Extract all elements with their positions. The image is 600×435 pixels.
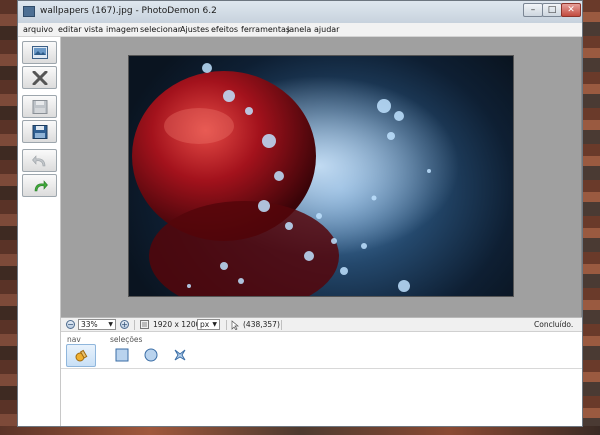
unit-value: px xyxy=(200,320,210,329)
menu-selecionar[interactable]: selecionar xyxy=(140,25,181,34)
menu-editar[interactable]: editar xyxy=(58,25,82,34)
menu-efeitos[interactable]: efeitos xyxy=(211,25,238,34)
menu-vista[interactable]: vista xyxy=(84,25,103,34)
image-size-icon xyxy=(140,320,149,329)
open-image-icon xyxy=(32,46,48,59)
chevron-down-icon: ▼ xyxy=(108,321,113,328)
zoom-dropdown[interactable]: 33% ▼ xyxy=(78,319,116,330)
redo-button[interactable] xyxy=(22,174,57,197)
ellipse-selection-icon xyxy=(144,348,158,362)
photodemon-window: wallpapers (167).jpg - PhotoDemon 6.2 – … xyxy=(17,0,583,427)
undo-button[interactable] xyxy=(22,149,57,172)
zoom-value: 33% xyxy=(81,320,98,329)
close-image-button[interactable] xyxy=(22,66,57,89)
close-button[interactable]: ✕ xyxy=(561,3,581,17)
cursor-icon xyxy=(231,320,239,330)
file-toolbar xyxy=(18,37,61,426)
image-size-text: 1920 x 1200 xyxy=(153,320,201,329)
menu-janela[interactable]: janela xyxy=(287,25,311,34)
open-image-button[interactable] xyxy=(22,41,57,64)
nav-label: nav xyxy=(67,335,81,344)
close-x-icon xyxy=(32,71,48,85)
maximize-button[interactable]: □ xyxy=(542,3,562,17)
floppy-disk-icon xyxy=(32,100,48,114)
floppy-disk-save-as-icon xyxy=(32,125,48,139)
zoom-out-button[interactable]: − xyxy=(66,320,75,329)
tools-panel: nav seleções xyxy=(61,332,582,426)
cursor-position: (438,357) xyxy=(243,320,280,329)
save-button[interactable] xyxy=(22,95,57,118)
rectangle-selection-tool[interactable] xyxy=(114,347,134,367)
undo-arrow-icon xyxy=(32,155,46,167)
nav-hand-tool[interactable] xyxy=(66,344,96,367)
image-canvas-area[interactable] xyxy=(61,37,582,317)
menu-ferramentas[interactable]: ferramentas xyxy=(241,25,290,34)
apple-water-splash-photo xyxy=(132,63,459,296)
menu-ajudar[interactable]: ajudar xyxy=(314,25,339,34)
image-canvas[interactable] xyxy=(128,55,514,297)
hand-pointer-icon xyxy=(75,349,88,362)
status-separator xyxy=(134,320,135,330)
title-bar[interactable]: wallpapers (167).jpg - PhotoDemon 6.2 – … xyxy=(18,1,582,23)
save-as-button[interactable] xyxy=(22,120,57,143)
desktop-background-right xyxy=(580,0,600,435)
status-message: Concluído. xyxy=(534,320,574,329)
panel-divider xyxy=(61,368,582,369)
status-separator xyxy=(281,320,282,330)
window-title: wallpapers (167).jpg - PhotoDemon 6.2 xyxy=(40,6,217,16)
redo-arrow-icon xyxy=(34,180,48,192)
lasso-selection-icon xyxy=(174,349,186,361)
menu-imagem[interactable]: imagem xyxy=(106,25,139,34)
unit-dropdown[interactable]: px ▼ xyxy=(197,319,220,330)
status-separator xyxy=(226,320,227,330)
rectangle-selection-icon xyxy=(115,348,129,362)
menu-ajustes[interactable]: Ajustes xyxy=(180,25,209,34)
app-icon xyxy=(23,6,35,17)
chevron-down-icon: ▼ xyxy=(212,321,217,328)
desktop-background-bottom xyxy=(0,426,600,435)
status-bar: − 33% ▼ + 1920 x 1200 px ▼ (438,357) Con… xyxy=(61,317,582,332)
menu-bar: arquivo editar vista imagem selecionar A… xyxy=(18,23,582,37)
minimize-button[interactable]: – xyxy=(523,3,543,17)
selections-label: seleções xyxy=(110,335,143,344)
ellipse-selection-tool[interactable] xyxy=(143,347,163,367)
zoom-in-button[interactable]: + xyxy=(120,320,129,329)
lasso-selection-tool[interactable] xyxy=(172,347,192,367)
menu-arquivo[interactable]: arquivo xyxy=(23,25,53,34)
